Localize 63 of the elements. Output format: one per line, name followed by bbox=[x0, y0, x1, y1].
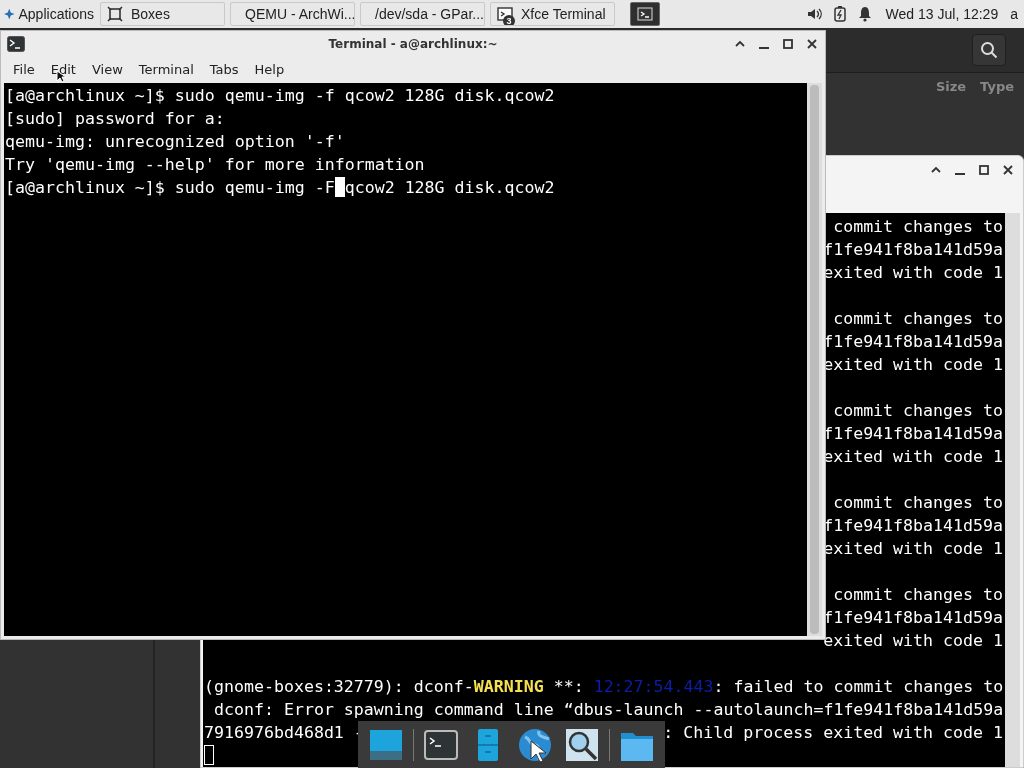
terminal-line: dconf: Error spawning command line “dbus-launch --autolaunch=f1fe941f8ba141d59a bbox=[213, 699, 1004, 721]
menu-item[interactable]: Terminal bbox=[130, 59, 202, 80]
terminal-line: 7916976bd468d1 - bbox=[204, 722, 364, 744]
boxes-icon bbox=[107, 6, 123, 22]
volume-icon bbox=[805, 6, 822, 22]
terminal-line: [sudo] password for a: bbox=[5, 108, 225, 130]
applications-menu-button[interactable]: Applications bbox=[0, 1, 100, 27]
scrollbar[interactable] bbox=[1005, 213, 1020, 767]
taskbar-button[interactable] bbox=[630, 2, 660, 26]
terminal-line: (gnome-boxes:32779): dconf-WARNING **: 12:27:54.443: failed to commit changes to bbox=[204, 676, 1004, 698]
taskbar-button[interactable]: QEMU - ArchWi... bbox=[230, 2, 355, 26]
column-header[interactable]: Type bbox=[980, 79, 1014, 94]
taskbar-button[interactable]: Boxes bbox=[100, 2, 225, 26]
count-badge: 3 bbox=[503, 15, 515, 25]
terminal-icon bbox=[637, 6, 653, 22]
maximize-button[interactable] bbox=[781, 36, 795, 51]
terminal-line: commit changes to bbox=[832, 308, 1003, 330]
close-button[interactable] bbox=[805, 36, 819, 51]
terminal-line: qemu-img: unrecognized option '-f' bbox=[5, 131, 345, 153]
user-menu[interactable]: a bbox=[1010, 6, 1018, 22]
column-header[interactable]: Size bbox=[935, 79, 967, 94]
terminal-line: f1fe941f8ba141d59a bbox=[823, 607, 1003, 629]
terminal-line: [a@archlinux ~]$ sudo qemu-img -f qcow2 128G disk.qcow2 bbox=[5, 85, 555, 107]
window-title: Terminal - a@archlinux:~ bbox=[328, 36, 498, 51]
terminal-line: commit changes to bbox=[832, 400, 1003, 422]
globe-icon bbox=[517, 726, 554, 763]
terminal-line: commit changes to bbox=[832, 492, 1003, 514]
terminal-line: f1fe941f8ba141d59a bbox=[823, 515, 1003, 537]
terminal-line: f1fe941f8ba141d59a bbox=[823, 331, 1003, 353]
taskbar-button[interactable]: 3 Xfce Terminal bbox=[490, 2, 615, 26]
terminal-line: [a@archlinux ~]$ sudo qemu-img -F bbox=[5, 177, 335, 199]
close-icon bbox=[806, 37, 818, 50]
menu-item[interactable]: Help bbox=[246, 59, 293, 80]
terminal-line: Try 'qemu-img --help' for more information bbox=[5, 154, 425, 176]
terminal-line: commit changes to bbox=[832, 584, 1003, 606]
maximize-icon bbox=[782, 37, 794, 50]
terminal-line: commit changes to bbox=[832, 216, 1003, 238]
menu-item[interactable]: Edit bbox=[42, 59, 84, 80]
menu-item[interactable]: File bbox=[5, 59, 43, 80]
terminal-line: : Child process exited with code 1 bbox=[663, 722, 1003, 744]
terminal-icon bbox=[497, 6, 513, 22]
minimize-icon bbox=[759, 46, 769, 49]
apps-icon bbox=[4, 7, 15, 21]
menu-item[interactable]: View bbox=[83, 59, 131, 80]
minimize-icon bbox=[955, 173, 965, 175]
taskbar-button[interactable]: /dev/sda - GPar... bbox=[360, 2, 485, 26]
maximize-button[interactable] bbox=[977, 163, 991, 177]
terminal-icon bbox=[7, 35, 25, 52]
terminal-line: f1fe941f8ba141d59a bbox=[823, 239, 1003, 261]
clock[interactable]: Wed 13 Jul, 12:29 bbox=[885, 6, 999, 22]
battery-icon bbox=[833, 6, 846, 22]
search-icon bbox=[564, 726, 601, 763]
close-icon bbox=[1002, 164, 1014, 176]
menu-item[interactable]: Tabs bbox=[201, 59, 247, 80]
search-icon bbox=[980, 41, 998, 59]
scrollbar[interactable] bbox=[807, 83, 822, 636]
maximize-icon bbox=[978, 164, 990, 176]
close-button[interactable] bbox=[1001, 163, 1015, 177]
terminal-line: f1fe941f8ba141d59a bbox=[823, 423, 1003, 445]
bell-icon bbox=[857, 6, 872, 22]
terminal-line: exited with code 1 bbox=[823, 630, 1003, 652]
terminal-line: qcow2 128G disk.qcow2 bbox=[344, 177, 555, 199]
search-button[interactable] bbox=[972, 34, 1006, 66]
